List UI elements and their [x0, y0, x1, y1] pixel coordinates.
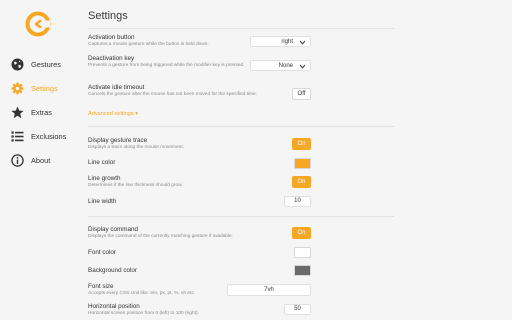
background-color-swatch[interactable]: [294, 265, 311, 276]
deactivation-key-select[interactable]: None: [250, 60, 311, 71]
font-color-swatch[interactable]: [294, 247, 311, 258]
sidebar-item-settings[interactable]: Settings: [11, 80, 76, 96]
idle-timeout-toggle[interactable]: Off: [292, 88, 311, 100]
gear-icon: [11, 82, 24, 94]
app-logo: [25, 11, 51, 37]
settings-panel: Settings Activation button Captures a mo…: [76, 0, 512, 320]
line-growth-label: Line growth: [88, 175, 121, 182]
line-width-label: Line width: [88, 198, 117, 205]
star-icon: [11, 106, 24, 118]
select-value: right: [281, 39, 293, 45]
sidebar-item-label: Extras: [31, 107, 52, 117]
list-icon: [11, 131, 24, 141]
display-command-desc: Displays the command of the currently ma…: [88, 234, 234, 239]
select-value: None: [278, 63, 293, 69]
gesture-trace-label: Display gesture trace: [88, 137, 148, 144]
line-width-input[interactable]: 10: [284, 196, 311, 207]
sidebar-item-label: Settings: [31, 83, 58, 93]
line-color-swatch[interactable]: [294, 158, 311, 169]
sidebar-item-label: About: [31, 155, 51, 165]
font-size-input[interactable]: 7vh: [227, 284, 311, 296]
display-command-toggle[interactable]: On: [292, 227, 311, 239]
sidebar-item-exclusions[interactable]: Exclusions: [11, 128, 76, 144]
sidebar: Gestures Settings Extras Exclusions Abou…: [0, 0, 76, 320]
chevron-down-icon: [299, 64, 306, 69]
idle-timeout-label: Activate idle timeout: [88, 84, 145, 91]
idle-timeout-desc: Cancels the gesture after the mouse has …: [88, 92, 258, 97]
sidebar-item-extras[interactable]: Extras: [11, 104, 76, 120]
display-command-label: Display command: [88, 226, 139, 233]
line-color-label: Line color: [88, 159, 116, 166]
advanced-settings-link[interactable]: Advanced settings ▾: [88, 111, 138, 117]
divider: [88, 126, 394, 127]
globe-icon: [11, 58, 24, 70]
sidebar-item-about[interactable]: About: [11, 152, 76, 168]
sidebar-item-label: Exclusions: [31, 131, 67, 141]
info-icon: [11, 153, 24, 167]
activation-button-select[interactable]: right: [250, 36, 311, 47]
horizontal-position-desc: Horizontal screen position from 0 (left)…: [88, 311, 199, 316]
font-size-label: Font size: [88, 283, 114, 290]
page-title: Settings: [88, 10, 128, 22]
font-color-label: Font color: [88, 249, 116, 256]
line-growth-toggle[interactable]: On: [292, 176, 311, 188]
chevron-down-icon: [299, 40, 306, 45]
divider: [88, 216, 394, 217]
background-color-label: Background color: [88, 267, 138, 274]
horizontal-position-label: Horizontal position: [88, 303, 140, 310]
sidebar-item-label: Gestures: [31, 59, 61, 69]
deactivation-key-label: Deactivation key: [88, 55, 135, 62]
activation-button-label: Activation button: [88, 34, 135, 41]
gesture-trace-desc: Displays a trace along the mouse movemen…: [88, 145, 184, 150]
divider: [88, 28, 394, 29]
gesture-trace-toggle[interactable]: On: [292, 138, 311, 150]
sidebar-item-gestures[interactable]: Gestures: [11, 56, 76, 72]
horizontal-position-input[interactable]: 50: [284, 304, 311, 315]
line-growth-desc: Determines if the line thickness should …: [88, 183, 183, 188]
